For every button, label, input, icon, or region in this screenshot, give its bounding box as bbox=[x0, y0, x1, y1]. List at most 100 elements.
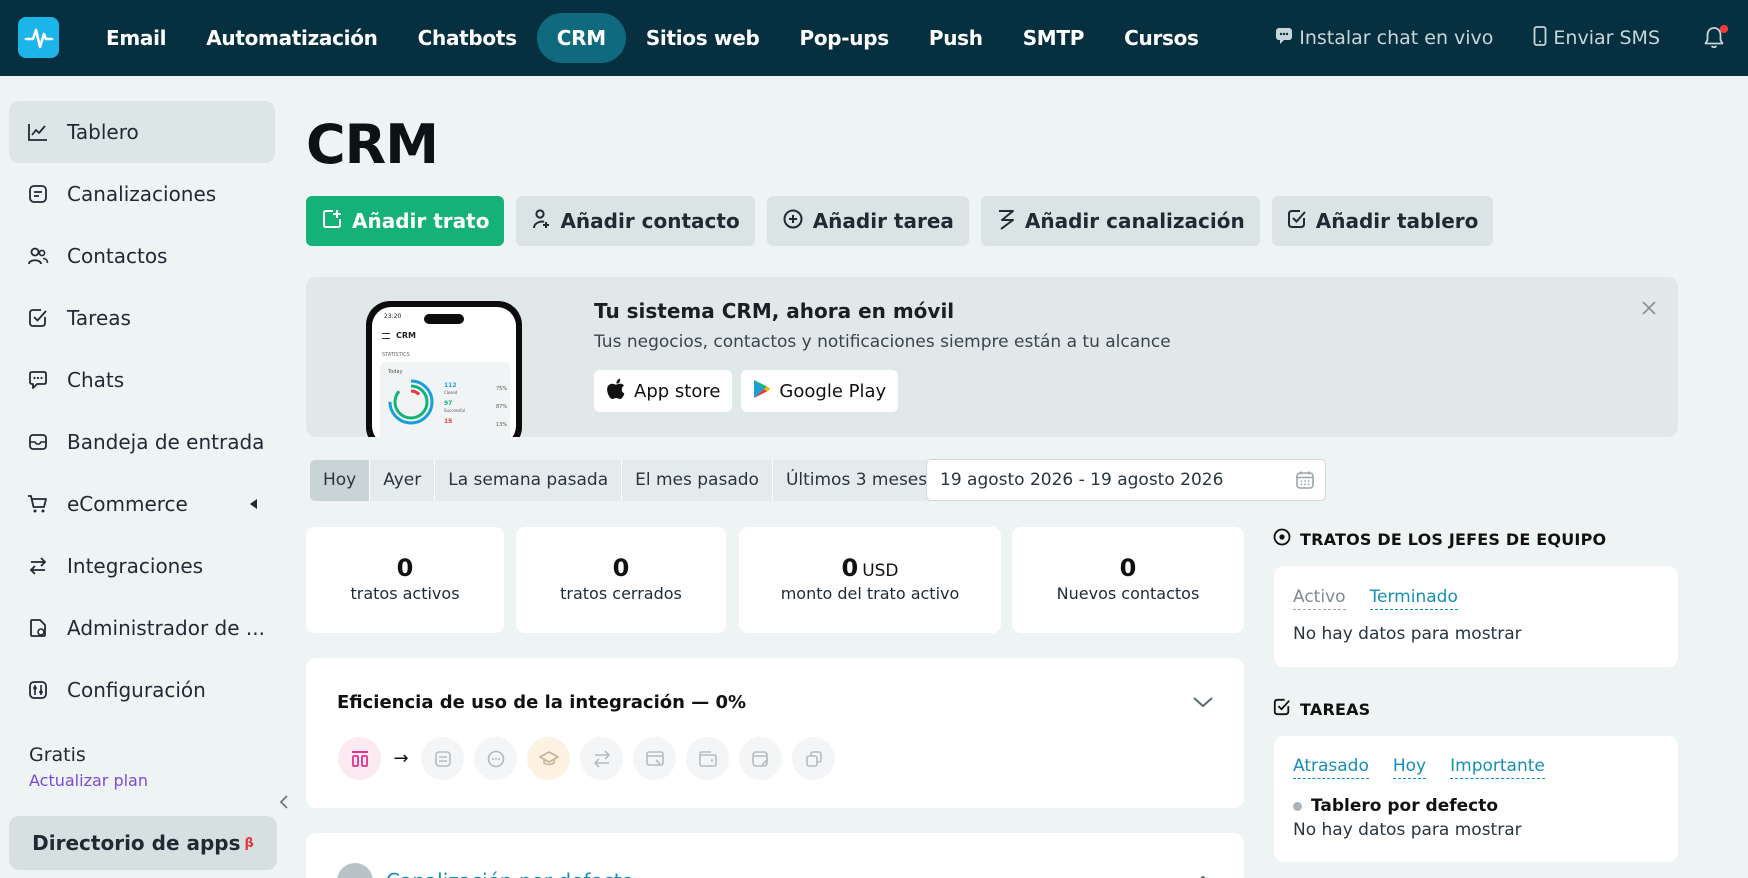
page-title: CRM bbox=[306, 113, 439, 176]
sidebar-item-inbox[interactable]: Bandeja de entrada bbox=[9, 411, 275, 473]
team-leads-tabs: Activo Terminado bbox=[1293, 587, 1458, 610]
plan-info: Gratis Actualizar plan bbox=[29, 744, 148, 790]
add-deal-icon bbox=[321, 208, 343, 235]
nav-popups[interactable]: Pop-ups bbox=[779, 13, 908, 63]
top-actions: Instalar chat en vivo Enviar SMS bbox=[1275, 0, 1748, 76]
period-last-3-months[interactable]: Últimos 3 meses bbox=[772, 460, 941, 501]
phone-num-closed: 112 bbox=[444, 382, 457, 389]
phone-pct-successful: 87% bbox=[496, 404, 508, 410]
nav-websites[interactable]: Sitios web bbox=[626, 13, 780, 63]
pipeline-icon bbox=[27, 183, 49, 205]
send-sms-link[interactable]: Enviar SMS bbox=[1533, 25, 1660, 51]
sidebar-item-ecommerce[interactable]: eCommerce bbox=[9, 473, 275, 535]
install-live-chat-link[interactable]: Instalar chat en vivo bbox=[1275, 27, 1493, 50]
sidebar-item-chats[interactable]: Chats bbox=[9, 349, 275, 411]
google-play-button[interactable]: Google Play bbox=[741, 370, 899, 412]
app-store-button[interactable]: App store bbox=[594, 370, 733, 412]
chat-bubble-icon bbox=[1275, 27, 1293, 50]
add-deal-button[interactable]: Añadir trato bbox=[306, 196, 505, 246]
sidebar-item-integrations[interactable]: Integraciones bbox=[9, 535, 275, 597]
edit-step-icon[interactable] bbox=[739, 737, 782, 780]
sidebar-item-settings[interactable]: Configuración bbox=[9, 659, 275, 721]
phone-pct-closed: 75% bbox=[496, 386, 508, 392]
team-leads-card: Activo Terminado No hay datos para mostr… bbox=[1274, 566, 1678, 667]
contacts-icon bbox=[27, 245, 49, 267]
expand-caret-icon[interactable] bbox=[250, 499, 257, 509]
notifications-bell-icon[interactable] bbox=[1700, 24, 1728, 52]
close-icon[interactable] bbox=[1640, 299, 1660, 319]
settings-icon bbox=[27, 679, 49, 701]
nav-email[interactable]: Email bbox=[86, 13, 186, 63]
add-pipeline-button[interactable]: Añadir canalización bbox=[980, 196, 1260, 246]
tab-finished[interactable]: Terminado bbox=[1369, 587, 1458, 610]
stat-label: tratos activos bbox=[350, 584, 460, 603]
date-range-picker[interactable]: 19 agosto 2026 - 19 agosto 2026 bbox=[926, 459, 1326, 501]
team-leads-empty-text: No hay datos para mostrar bbox=[1293, 624, 1522, 644]
plan-name: Gratis bbox=[29, 744, 86, 766]
sidebar: Tablero Canalizaciones Contactos Tareas … bbox=[0, 76, 288, 878]
add-board-label: Añadir tablero bbox=[1315, 209, 1479, 233]
sidebar-item-label: Bandeja de entrada bbox=[67, 430, 265, 454]
period-yesterday[interactable]: Ayer bbox=[370, 460, 436, 501]
tasks-card: Atrasado Hoy Importante Tablero por defe… bbox=[1274, 736, 1678, 862]
phone-screen: 23:20 CRM STATISTICS Today 112 Closed 75… bbox=[372, 307, 516, 437]
nav-smtp[interactable]: SMTP bbox=[1003, 13, 1104, 63]
date-range-value: 19 agosto 2026 - 19 agosto 2026 bbox=[940, 470, 1224, 490]
install-live-chat-label: Instalar chat en vivo bbox=[1299, 27, 1494, 49]
chat-icon bbox=[27, 369, 49, 391]
wallet-step-icon[interactable] bbox=[686, 737, 729, 780]
sidebar-item-tasks[interactable]: Tareas bbox=[9, 287, 275, 349]
chevron-down-icon[interactable] bbox=[1192, 694, 1214, 708]
stat-value: 0 USD bbox=[739, 554, 1001, 582]
add-contact-button[interactable]: Añadir contacto bbox=[516, 196, 755, 246]
sidebar-item-pipelines[interactable]: Canalizaciones bbox=[9, 163, 275, 225]
app-directory-button[interactable]: Directorio de apps β bbox=[9, 816, 277, 870]
tab-important[interactable]: Importante bbox=[1450, 756, 1545, 779]
sidebar-item-label: Contactos bbox=[67, 244, 168, 268]
period-last-month[interactable]: El mes pasado bbox=[622, 460, 773, 501]
nav-chatbots[interactable]: Chatbots bbox=[398, 13, 537, 63]
collapse-sidebar-icon[interactable] bbox=[278, 794, 292, 810]
stat-label: Nuevos contactos bbox=[1056, 584, 1200, 603]
add-task-button[interactable]: Añadir tarea bbox=[766, 196, 969, 246]
action-toolbar: Añadir trato Añadir contacto Añadir tare… bbox=[306, 196, 1494, 246]
pipeline-title-link[interactable]: Canalización por defecto bbox=[386, 869, 634, 878]
nav-crm[interactable]: CRM bbox=[536, 13, 626, 63]
sidebar-item-file-manager[interactable]: Administrador de ... bbox=[9, 597, 275, 659]
popup-step-icon[interactable] bbox=[633, 737, 676, 780]
app-directory-label: Directorio de apps bbox=[32, 831, 241, 855]
stat-card-closed-deals: 0 tratos cerrados bbox=[516, 527, 726, 633]
sidebar-item-label: Integraciones bbox=[67, 554, 204, 578]
add-board-button[interactable]: Añadir tablero bbox=[1271, 196, 1494, 246]
tab-active[interactable]: Activo bbox=[1293, 587, 1346, 610]
sidebar-item-label: eCommerce bbox=[67, 492, 188, 516]
send-sms-label: Enviar SMS bbox=[1553, 27, 1660, 49]
apple-icon bbox=[606, 378, 626, 405]
courses-step-icon[interactable] bbox=[527, 737, 570, 780]
chevron-up-icon[interactable] bbox=[1192, 873, 1214, 878]
nav-courses[interactable]: Cursos bbox=[1104, 13, 1219, 63]
stat-value: 0 bbox=[516, 554, 726, 582]
sync-step-icon[interactable] bbox=[580, 737, 623, 780]
stat-value: 0 bbox=[306, 554, 504, 582]
period-today[interactable]: Hoy bbox=[310, 460, 371, 501]
stat-label: monto del trato activo bbox=[780, 584, 960, 603]
form-step-icon[interactable] bbox=[421, 737, 464, 780]
nav-automation[interactable]: Automatización bbox=[186, 13, 397, 63]
main-nav: Email Automatización Chatbots CRM Sitios… bbox=[86, 12, 1219, 64]
copy-step-icon[interactable] bbox=[792, 737, 835, 780]
app-logo-icon[interactable] bbox=[18, 17, 59, 58]
stat-number: 0 bbox=[1119, 554, 1137, 582]
sidebar-item-dashboard[interactable]: Tablero bbox=[9, 101, 275, 163]
phone-time: 23:20 bbox=[384, 313, 402, 320]
add-contact-icon bbox=[531, 208, 551, 235]
tasks-title: TAREAS bbox=[1300, 699, 1371, 719]
nav-push[interactable]: Push bbox=[909, 13, 1003, 63]
upgrade-plan-link[interactable]: Actualizar plan bbox=[29, 771, 148, 790]
tab-today[interactable]: Hoy bbox=[1392, 756, 1427, 779]
chat-step-icon[interactable] bbox=[474, 737, 517, 780]
kanban-step-icon[interactable] bbox=[338, 737, 381, 780]
tab-overdue[interactable]: Atrasado bbox=[1293, 756, 1369, 779]
sidebar-item-contacts[interactable]: Contactos bbox=[9, 225, 275, 287]
period-last-week[interactable]: La semana pasada bbox=[435, 460, 623, 501]
